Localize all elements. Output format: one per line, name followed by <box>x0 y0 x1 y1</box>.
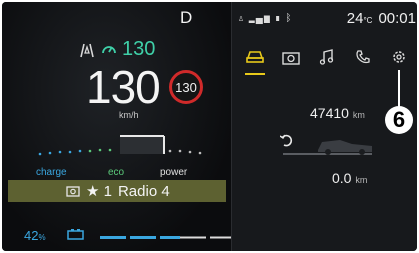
gear-icon <box>393 51 405 63</box>
speed-limit-value: 130 <box>175 79 197 95</box>
connectivity-icons: ♙ ▂▄▆ ▮ ᛒ <box>238 13 292 24</box>
phone-battery-icon: ▮ <box>274 13 282 24</box>
camera-icon <box>282 51 300 65</box>
car-icon <box>246 51 264 63</box>
cruise-control-icon <box>102 45 116 53</box>
tab-media[interactable] <box>278 44 304 70</box>
radio-icon <box>66 186 80 197</box>
callout-marker: 6 <box>385 106 413 134</box>
eco-label-eco: eco <box>108 167 125 178</box>
cruise-speed: 130 <box>122 38 156 60</box>
trip-reset-graphic <box>280 134 372 155</box>
info-panel: ♙ ▂▄▆ ▮ ᛒ 24°C 00:01 6 47410 km 0.0 km <box>231 2 417 251</box>
battery-plug-icon <box>67 229 84 240</box>
now-playing-bar: ★ 1 Radio 4 <box>8 180 226 202</box>
status-bar: ♙ ▂▄▆ ▮ ᛒ 24°C 00:01 <box>238 10 416 27</box>
radio-preset: ★ 1 <box>86 183 112 200</box>
current-speed: 130 <box>86 61 161 113</box>
eco-label-charge: charge <box>36 167 67 178</box>
trip-distance: 0.0 km <box>332 170 368 186</box>
outside-temperature: 24°C <box>346 10 373 27</box>
gear-indicator: D <box>180 8 193 27</box>
speed-limit-sign: 130 <box>169 70 203 104</box>
callout-line <box>398 70 400 108</box>
phone-icon <box>356 50 370 64</box>
odometer: 47410 km <box>310 105 365 121</box>
battery-percent: 42% <box>24 228 46 243</box>
bluetooth-icon: ᛒ <box>285 13 293 24</box>
lane-assist-icon <box>80 43 94 57</box>
cruise-control-row: 130 <box>78 38 155 61</box>
instrument-cluster-screen: D 130 130 km/h 130 charge eco power ★ 1 … <box>2 2 417 251</box>
person-icon: ♙ <box>238 13 245 24</box>
music-note-icon <box>319 49 334 65</box>
tab-vehicle[interactable] <box>242 44 268 75</box>
eco-gauge-fill <box>120 136 164 154</box>
tab-settings[interactable] <box>386 44 412 70</box>
eco-label-power: power <box>160 167 188 178</box>
eco-gauge <box>38 135 202 156</box>
speed-unit: km/h <box>119 110 139 120</box>
panel-tabs <box>242 42 412 75</box>
tab-phone[interactable] <box>350 44 376 70</box>
signal-icon: ▂▄▆ <box>248 13 271 24</box>
tab-music[interactable] <box>314 44 340 70</box>
driver-cluster: D 130 130 km/h 130 charge eco power ★ 1 … <box>2 2 311 251</box>
clock: 00:01 <box>378 10 416 27</box>
radio-station: Radio 4 <box>117 182 170 200</box>
